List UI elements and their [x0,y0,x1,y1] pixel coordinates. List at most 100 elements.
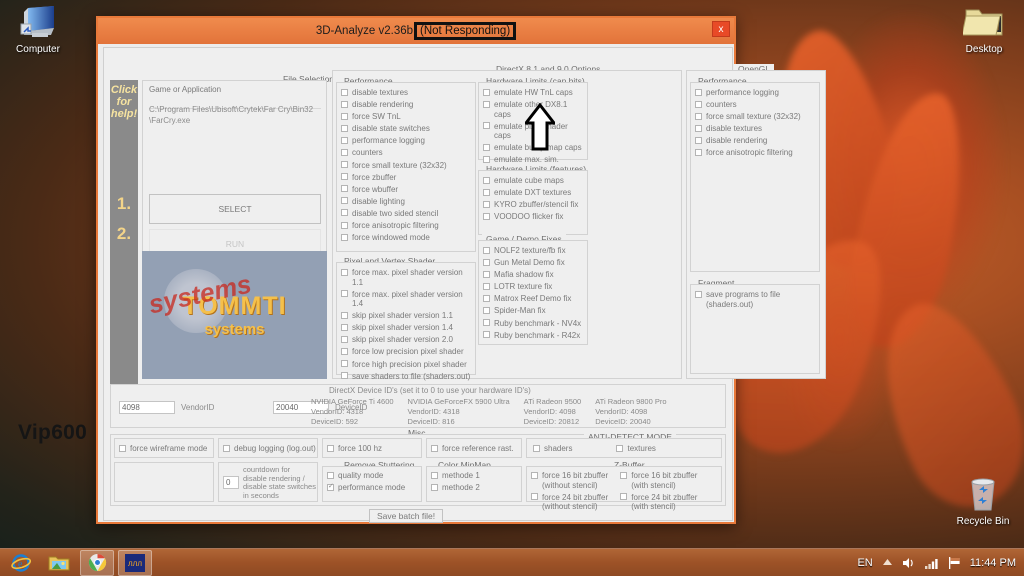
checkbox-emulate-cube-maps[interactable]: emulate cube maps [483,176,583,186]
checkbox-label: emulate DXT textures [494,188,572,198]
action-center-flag-icon[interactable] [948,556,961,569]
checkbox-methode-1[interactable]: methode 1 [431,471,517,481]
checkbox-mafia-shadow-fix[interactable]: Mafia shadow fix [483,270,583,280]
show-hidden-icons-chevron-icon[interactable] [882,558,893,567]
device-id-preset-vendor: VendorID: 4098 [523,407,576,416]
checkbox-box [620,471,628,479]
force-wireframe-mode-checkbox[interactable]: force wireframe mode [119,444,213,454]
checkbox-skip-pixel-shader-version-1-4[interactable]: skip pixel shader version 1.4 [341,323,471,333]
checkbox-skip-pixel-shader-version-1-1[interactable]: skip pixel shader version 1.1 [341,311,471,321]
opengl-programs-list: save programs to file (shaders.out) [691,285,819,309]
checkbox-voodoo-flicker-fix[interactable]: VOODOO flicker fix [483,212,583,222]
tray-clock[interactable]: 11:44 PM [970,557,1016,569]
checkbox-force-small-texture-32x32[interactable]: force small texture (32x32) [341,161,471,171]
checkbox-save-programs-to-file-shaders-out[interactable]: save programs to file (shaders.out) [695,290,815,309]
checkbox-textures[interactable]: textures [616,444,656,454]
help-strip[interactable]: Click for help! 1. 2. [110,80,138,410]
checkbox-force-small-texture-32x32[interactable]: force small texture (32x32) [695,112,815,122]
device-id-presets: NVIDIA GeForce Ti 4600 VendorID: 4318 Devi… [311,397,667,427]
opengl-performance-list: performance logging counters force small t… [691,83,819,158]
desktop-icon-computer[interactable]: Computer [2,4,74,55]
countdown-input[interactable] [223,476,239,489]
checkbox-disable-textures[interactable]: disable textures [341,88,471,98]
checkbox-kyro-zbuffer-stencil-fix[interactable]: KYRO zbuffer/stencil fix [483,200,583,210]
selected-file-path[interactable]: C:\Program Files\Ubisoft\Crytek\Far Cry\… [149,104,317,126]
taskbar-item-internet-explorer[interactable]: e [4,550,38,576]
checkbox-force-wbuffer[interactable]: force wbuffer [341,185,471,195]
checkbox-force-low-precision-pixel-shader[interactable]: force low precision pixel shader [341,347,471,357]
select-button[interactable]: SELECT [149,194,321,224]
tommti-logo: TOMMTI systems systems [142,251,327,379]
device-ids-panel: DirectX Device ID's (set it to 0 to use … [110,384,726,428]
checkbox-label: force wireframe mode [130,444,208,453]
checkbox-skip-pixel-shader-version-2-0[interactable]: skip pixel shader version 2.0 [341,335,471,345]
window-titlebar[interactable]: 3D-Analyze v2.36b (Not Responding) x [98,18,734,44]
vendor-id-input[interactable] [119,401,175,414]
checkbox-disable-two-sided-stencil[interactable]: disable two sided stencil [341,209,471,219]
checkbox-force-sw-tnl[interactable]: force SW TnL [341,112,471,122]
checkbox-matrox-reef-demo-fix[interactable]: Matrox Reef Demo fix [483,294,583,304]
checkbox-label: VOODOO flicker fix [494,212,564,222]
taskbar-item-file-explorer[interactable] [42,550,76,576]
force-100hz-panel: force 100 hz [322,438,422,458]
wireframe-panel: force wireframe mode [114,438,214,458]
checkbox-label: save shaders to file (shaders.out) [352,371,471,381]
checkbox-quality-mode[interactable]: quality mode [327,471,417,481]
checkbox-force-max-pixel-shader-version-1-1[interactable]: force max. pixel shader version 1.1 [341,268,471,287]
checkbox-force-zbuffer[interactable]: force zbuffer [341,173,471,183]
network-signal-icon[interactable] [924,557,939,569]
taskbar-item-chrome[interactable] [80,549,114,576]
checkbox-performance-mode[interactable]: performance mode [327,482,417,493]
tray-language[interactable]: EN [857,557,872,569]
checkbox-disable-rendering[interactable]: disable rendering [695,136,815,146]
checkbox-box [119,444,126,452]
checkbox-label: force zbuffer [352,172,397,182]
opengl-performance-panel: performance logging counters force small t… [690,82,820,272]
checkbox-label: force 24 bit zbuffer (with stencil) [631,492,698,512]
checkbox-spider-man-fix[interactable]: Spider-Man fix [483,306,583,316]
checkbox-emulate-hw-tnl-caps[interactable]: emulate HW TnL caps [483,88,583,98]
checkbox-force-windowed-mode[interactable]: force windowed mode [341,233,471,243]
checkbox-lotr-texture-fix[interactable]: LOTR texture fix [483,282,583,292]
checkbox-force-anisotropic-filtering[interactable]: force anisotropic filtering [341,221,471,231]
checkbox-ruby-benchmark-r42x[interactable]: Ruby benchmark - R42x [483,331,583,341]
checkbox-disable-rendering[interactable]: disable rendering [341,100,471,110]
checkbox-label: LOTR texture fix [494,282,553,292]
checkbox-gun-metal-demo-fix[interactable]: Gun Metal Demo fix [483,258,583,268]
checkbox-box [341,112,348,120]
checkbox-performance-logging[interactable]: performance logging [695,88,815,98]
checkbox-disable-state-switches[interactable]: disable state switches [341,124,471,134]
checkbox-box [483,88,490,96]
checkbox-force-max-pixel-shader-version-1-4[interactable]: force max. pixel shader version 1.4 [341,290,471,309]
force-100hz-checkbox[interactable]: force 100 hz [327,444,421,454]
checkbox-save-shaders-to-file-shaders-out[interactable]: save shaders to file (shaders.out) [341,372,471,382]
checkbox-force-24-bit-zbuffer-without-stencil[interactable]: force 24 bit zbuffer (without stencil) [531,493,620,512]
checkbox-shaders[interactable]: shaders [533,444,572,454]
force-reference-rast-panel: force reference rast. [426,438,522,458]
checkbox-force-16-bit-zbuffer-with-stencil[interactable]: force 16 bit zbuffer (with stencil) [620,471,709,490]
opengl-programs-panel: save programs to file (shaders.out) [690,284,820,374]
checkbox-force-anisotropic-filtering[interactable]: force anisotropic filtering [695,148,815,158]
checkbox-emulate-dxt-textures[interactable]: emulate DXT textures [483,188,583,198]
close-button[interactable]: x [712,21,730,37]
checkbox-counters[interactable]: counters [341,148,471,158]
force-reference-rast-checkbox[interactable]: force reference rast. [431,444,521,454]
save-batch-file-button[interactable]: Save batch file! [369,509,443,523]
checkbox-disable-textures[interactable]: disable textures [695,124,815,134]
checkbox-force-high-precision-pixel-shader[interactable]: force high precision pixel shader [341,360,471,370]
checkbox-performance-logging[interactable]: performance logging [341,136,471,146]
checkbox-methode-2[interactable]: methode 2 [431,483,517,493]
checkbox-disable-lighting[interactable]: disable lighting [341,197,471,207]
checkbox-nolf2-texture-fb-fix[interactable]: NOLF2 texture/fb fix [483,246,583,256]
checkbox-counters[interactable]: counters [695,100,815,110]
checkbox-ruby-benchmark-nv4x[interactable]: Ruby benchmark - NV4x [483,319,583,329]
checkbox-force-24-bit-zbuffer-with-stencil[interactable]: force 24 bit zbuffer (with stencil) [620,493,709,512]
taskbar-item-3d-analyze[interactable]: ллл [118,549,152,576]
computer-icon [2,4,74,42]
checkbox-label: NOLF2 texture/fb fix [494,246,566,255]
checkbox-force-16-bit-zbuffer-without-stencil[interactable]: force 16 bit zbuffer (without stencil) [531,471,620,490]
speaker-icon[interactable] [902,557,916,569]
desktop-icon-desktop[interactable]: Desktop [948,4,1020,55]
debug-logging-checkbox[interactable]: debug logging (log.out) [223,444,317,454]
desktop-icon-recycle-bin[interactable]: Recycle Bin [947,476,1019,527]
